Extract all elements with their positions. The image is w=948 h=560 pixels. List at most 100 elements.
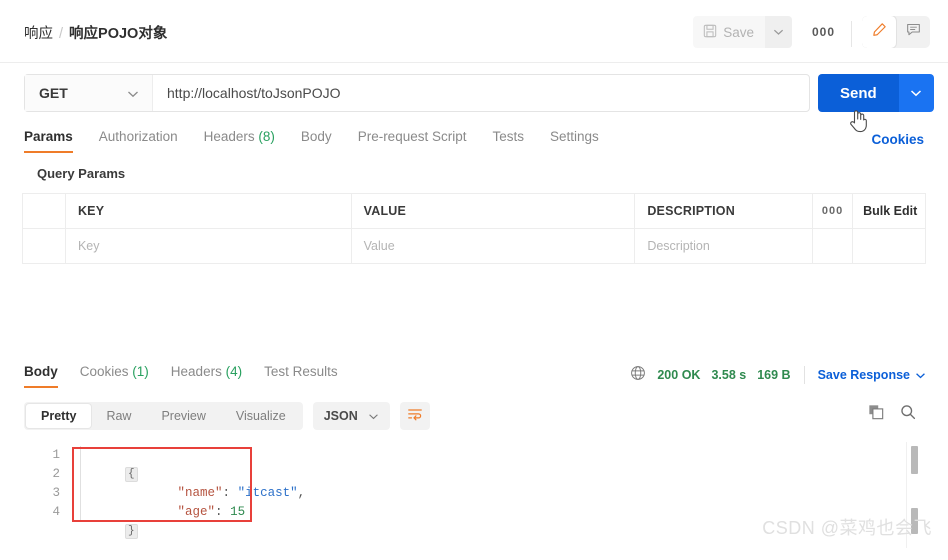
tab-settings-label: Settings — [550, 129, 599, 144]
scrollbar-thumb-top[interactable] — [911, 446, 918, 474]
tab-headers[interactable]: Headers (8) — [204, 129, 275, 153]
response-tab-body[interactable]: Body — [24, 364, 58, 388]
response-tab-headers-count: (4) — [225, 364, 243, 379]
tab-body[interactable]: Body — [301, 129, 332, 153]
response-size: 169 B — [757, 367, 791, 382]
tab-authorization[interactable]: Authorization — [99, 129, 178, 153]
query-params-table: KEY VALUE DESCRIPTION 000 Bulk Edit Key … — [22, 193, 926, 264]
chevron-down-icon — [368, 409, 379, 423]
tab-body-label: Body — [300, 129, 332, 144]
header-divider — [851, 20, 852, 47]
http-method-select[interactable]: GET — [25, 75, 153, 111]
tab-pre-request-script-label: Pre-request Script — [357, 129, 467, 144]
header-actions: Save 000 — [693, 16, 930, 48]
pencil-icon — [872, 22, 887, 42]
select-all-checkbox-cell[interactable] — [23, 194, 66, 228]
tab-settings[interactable]: Settings — [550, 129, 599, 153]
globe-icon — [630, 365, 646, 384]
save-response-button[interactable]: Save Response — [818, 368, 926, 382]
view-mode-raw[interactable]: Raw — [91, 404, 146, 428]
save-button-group[interactable]: Save — [693, 16, 792, 48]
search-icon — [900, 405, 916, 424]
view-mode-pretty[interactable]: Pretty — [26, 404, 92, 428]
copy-icon — [868, 405, 884, 424]
response-time: 3.58 s — [711, 367, 747, 382]
header-icon-group — [862, 16, 930, 48]
line-number: 3 — [52, 486, 60, 500]
tab-tests-label: Tests — [492, 129, 524, 144]
line-number: 4 — [52, 505, 60, 519]
search-button[interactable] — [900, 404, 916, 425]
breadcrumb-current: 响应POJO对象 — [69, 26, 168, 42]
response-tab-cookies-label: Cookies — [79, 364, 129, 379]
url-input[interactable]: http://localhost/toJsonPOJO — [153, 75, 809, 111]
row-options-cell — [813, 229, 854, 263]
tab-params-label: Params — [24, 129, 73, 144]
tab-pre-request-script[interactable]: Pre-request Script — [358, 129, 467, 153]
row-trailing-cell — [853, 229, 925, 263]
send-button-group: Send — [818, 74, 934, 112]
tab-headers-label: Headers — [203, 129, 255, 144]
json-comma: , — [297, 486, 306, 500]
hand-pointer-cursor — [848, 108, 870, 134]
response-tab-cookies[interactable]: Cookies (1) — [80, 364, 149, 388]
param-value-input[interactable]: Value — [352, 229, 636, 263]
table-row: Key Value Description — [23, 229, 925, 264]
column-header-value: VALUE — [352, 194, 636, 228]
response-tab-headers-label: Headers — [170, 364, 222, 379]
json-close-brace[interactable]: } — [125, 524, 138, 539]
tab-authorization-label: Authorization — [98, 129, 178, 144]
response-tab-body-label: Body — [24, 364, 58, 379]
query-params-title: Query Params — [37, 166, 126, 181]
watermark: CSDN @菜鸡也会飞 — [762, 518, 932, 538]
line-number-gutter: 1 2 3 4 — [24, 446, 60, 522]
view-mode-preview[interactable]: Preview — [146, 404, 220, 428]
request-url-bar: GET http://localhost/toJsonPOJO — [24, 74, 810, 112]
save-button[interactable]: Save — [693, 16, 765, 48]
table-options-button[interactable]: 000 — [813, 194, 854, 228]
breadcrumb-parent[interactable]: 响应 — [24, 26, 53, 42]
save-dropdown-caret[interactable] — [764, 16, 792, 48]
line-number: 1 — [52, 448, 60, 462]
response-tab-headers[interactable]: Headers (4) — [171, 364, 242, 388]
view-mode-group: Pretty Raw Preview Visualize — [24, 402, 303, 430]
send-dropdown-caret[interactable] — [898, 74, 934, 112]
response-status: 200 OK — [657, 367, 701, 382]
tab-params[interactable]: Params — [24, 129, 73, 153]
param-description-input[interactable]: Description — [635, 229, 814, 263]
http-method-value: GET — [39, 85, 68, 101]
view-mode-visualize[interactable]: Visualize — [221, 404, 301, 428]
response-tabs: Body Cookies (1) Headers (4) Test Result… — [24, 364, 338, 388]
response-meta: 200 OK 3.58 s 169 B Save Response — [630, 365, 926, 384]
line-number: 2 — [52, 467, 60, 481]
send-button[interactable]: Send — [818, 74, 899, 112]
app-header: 响应 / 响应POJO对象 Save 000 — [0, 0, 948, 63]
table-header-row: KEY VALUE DESCRIPTION 000 Bulk Edit — [23, 194, 925, 229]
tab-headers-count: (8) — [258, 129, 275, 144]
more-options-button[interactable]: 000 — [802, 16, 845, 48]
wrap-lines-button[interactable] — [399, 402, 430, 430]
column-header-description: DESCRIPTION — [635, 194, 814, 228]
response-format-select[interactable]: JSON — [312, 402, 390, 430]
chevron-down-icon — [127, 85, 139, 101]
response-tab-test-results-label: Test Results — [264, 364, 338, 379]
copy-button[interactable] — [868, 404, 884, 425]
response-format-value: JSON — [323, 409, 358, 423]
comment-button[interactable] — [896, 16, 930, 48]
tab-tests[interactable]: Tests — [492, 129, 524, 153]
breadcrumb-separator: / — [59, 26, 64, 42]
column-header-key: KEY — [66, 194, 352, 228]
floppy-disk-icon — [703, 24, 717, 41]
save-button-label: Save — [723, 24, 754, 40]
wrap-lines-icon — [407, 407, 423, 426]
param-key-input[interactable]: Key — [66, 229, 352, 263]
chevron-down-icon — [915, 368, 926, 382]
edit-button[interactable] — [862, 16, 896, 48]
meta-divider — [803, 365, 805, 384]
response-tab-test-results[interactable]: Test Results — [264, 364, 338, 388]
bulk-edit-button[interactable]: Bulk Edit — [853, 194, 925, 228]
response-viewer-toolbar: Pretty Raw Preview Visualize JSON — [24, 402, 430, 430]
cookies-link[interactable]: Cookies — [871, 132, 924, 147]
annotation-highlight-box — [72, 447, 252, 522]
row-checkbox-cell[interactable] — [23, 229, 66, 263]
